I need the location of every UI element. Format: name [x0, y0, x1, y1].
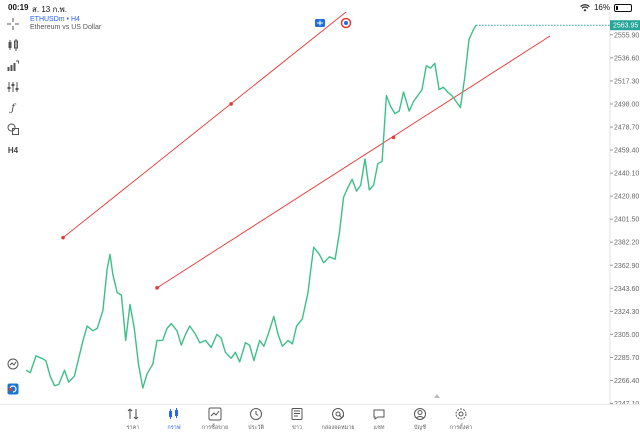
price-tick-label: 2401.50: [614, 217, 639, 224]
current-price-label: 2563.95: [613, 23, 638, 30]
nav-label: การตั้งค่า: [449, 425, 473, 431]
price-tick-label: 2459.40: [614, 148, 639, 155]
candlestick-icon[interactable]: [5, 37, 21, 53]
status-time: 00:19: [8, 3, 29, 12]
nav-label: ประวัติ: [247, 425, 265, 431]
indicator-icon[interactable]: [5, 58, 21, 74]
history-icon: [249, 407, 263, 421]
price-tick-label: 2266.40: [614, 378, 639, 385]
timeframe-icon[interactable]: H4: [5, 142, 21, 158]
trade-icon: [208, 407, 222, 421]
left-toolbar: ƒ H4: [0, 14, 26, 419]
trend-lines[interactable]: [61, 12, 551, 290]
trend-line-handle[interactable]: [155, 286, 159, 290]
nav-history[interactable]: ประวัติ: [234, 407, 278, 443]
news-icon: [290, 407, 304, 421]
bottom-nav: ราคา กราฟ การซื้อขาย ประวัติ ข่าว กล่องจดหมาย…: [0, 404, 640, 447]
price-tick-label: 2285.70: [614, 355, 639, 362]
mailbox-icon: [331, 407, 345, 421]
scroll-to-latest-icon[interactable]: [434, 394, 440, 398]
battery-percent: 16%: [593, 3, 610, 12]
nav-settings[interactable]: การตั้งค่า: [439, 407, 483, 443]
battery-fill: [616, 5, 619, 10]
price-tick-label: 2343.60: [614, 286, 639, 293]
wifi-icon: [580, 3, 590, 11]
symbol-description: Ethereum vs US Dollar: [30, 24, 102, 31]
sell-button-dot-icon: [344, 21, 348, 25]
trend-line-handle[interactable]: [391, 135, 396, 140]
trend-line-handle[interactable]: [229, 102, 233, 106]
price-tick-label: 2305.00: [614, 332, 639, 339]
price-axis: 2555.90 2536.60 2517.30 2498.00 2478.70 2459.…: [610, 20, 640, 408]
trend-line[interactable]: [156, 35, 551, 289]
nav-chart[interactable]: กราฟ: [152, 407, 196, 443]
nav-label: แชท: [373, 425, 385, 431]
nav-label: ข่าว: [292, 425, 302, 431]
nav-news[interactable]: ข่าว: [275, 407, 319, 443]
price-chart[interactable]: 2555.90 2536.60 2517.30 2498.00 2478.70 2459.…: [26, 12, 640, 432]
quotes-icon: [126, 407, 140, 421]
nav-label: กล่องจดหมาย: [321, 425, 355, 431]
symbol-title[interactable]: ETHUSDm • H4: [30, 16, 80, 23]
account-icon: [413, 407, 427, 421]
crosshair-icon[interactable]: [5, 16, 21, 32]
price-tick-label: 2498.00: [614, 101, 639, 108]
function-icon[interactable]: ƒ: [5, 100, 21, 116]
nav-label: ราคา: [126, 425, 140, 431]
nav-chat[interactable]: แชท: [357, 407, 401, 443]
price-tick-label: 2440.10: [614, 171, 639, 178]
settings-icon: [454, 407, 468, 421]
trend-line[interactable]: [62, 12, 356, 239]
nav-trade[interactable]: การซื้อขาย: [193, 407, 237, 443]
price-tick-label: 2478.70: [614, 125, 639, 132]
zoom-icon[interactable]: [5, 356, 21, 372]
nav-account[interactable]: บัญชี: [398, 407, 442, 443]
price-series-line: [26, 24, 477, 389]
refresh-icon[interactable]: [5, 381, 21, 397]
price-tick-label: 2555.90: [614, 32, 639, 39]
chart-grid: [26, 12, 640, 417]
chat-icon: [372, 407, 386, 421]
battery-icon: [614, 3, 632, 12]
price-tick-label: 2420.80: [614, 194, 639, 201]
nav-quotes[interactable]: ราคา: [111, 407, 155, 443]
price-tick-label: 2536.60: [614, 55, 639, 62]
price-line: [26, 24, 610, 389]
shapes-icon[interactable]: [5, 121, 21, 137]
status-right: 16%: [580, 3, 632, 12]
sliders-icon[interactable]: [5, 79, 21, 95]
chart-icon: [167, 407, 181, 421]
price-tick-label: 2517.30: [614, 78, 639, 85]
price-tick-label: 2324.30: [614, 309, 639, 316]
trend-line-handle[interactable]: [61, 235, 65, 240]
nav-label: กราฟ: [167, 425, 181, 431]
nav-label: การซื้อขาย: [201, 425, 229, 431]
price-tick-label: 2362.90: [614, 263, 639, 270]
price-tick-label: 2382.20: [614, 240, 639, 247]
nav-label: บัญชี: [414, 425, 426, 431]
nav-mailbox[interactable]: กล่องจดหมาย: [316, 407, 360, 443]
